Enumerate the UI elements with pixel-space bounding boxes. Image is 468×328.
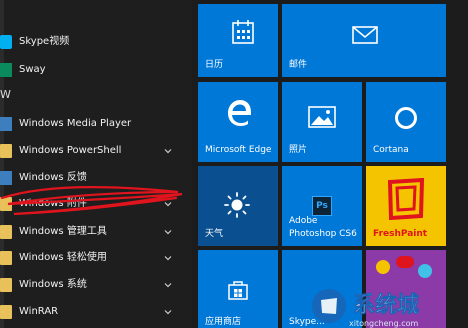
photos-icon: [308, 106, 336, 128]
store-icon: [228, 281, 248, 300]
app-item-admin-tools[interactable]: Windows 管理工具: [0, 219, 192, 245]
chevron-down-icon[interactable]: [163, 146, 173, 156]
chevron-down-icon[interactable]: [163, 280, 173, 290]
tile-label: 应用商店: [205, 317, 242, 327]
photoshop-icon: Ps: [312, 196, 332, 216]
group-header-w[interactable]: W: [0, 88, 12, 102]
chevron-down-icon[interactable]: [163, 253, 173, 263]
media-player-icon: [0, 117, 12, 131]
app-item-label: Windows Media Player: [19, 118, 132, 129]
tile-photoshop[interactable]: Ps Adobe Photoshop CS6: [282, 166, 362, 246]
app-item-sway[interactable]: Sway: [0, 57, 192, 83]
svg-text:xitongcheng.com: xitongcheng.com: [349, 319, 419, 328]
app-item-label: Windows 管理工具: [19, 226, 107, 237]
sway-icon: [0, 63, 12, 77]
skype-icon: [0, 35, 12, 49]
svg-text:系统城: 系统城: [353, 292, 419, 318]
tile-label: FreshPaint: [373, 229, 428, 239]
tile-edge[interactable]: Microsoft Edge: [198, 82, 278, 162]
app-item-label: Windows PowerShell: [19, 145, 122, 156]
chevron-down-icon[interactable]: [163, 307, 173, 317]
tile-mail[interactable]: 邮件: [282, 4, 446, 77]
tile-label: 天气: [205, 229, 224, 239]
tile-label: 照片: [289, 145, 308, 155]
app-item-accessories[interactable]: Windows 附件: [0, 191, 192, 217]
app-item-winrar[interactable]: WinRAR: [0, 299, 192, 325]
folder-icon: [0, 251, 12, 265]
tile-store[interactable]: 应用商店: [198, 250, 278, 328]
calendar-icon: [232, 20, 254, 44]
folder-icon: [0, 278, 12, 292]
app-item-label: Windows 反馈: [19, 172, 87, 183]
tile-label-line1: Adobe: [289, 216, 318, 226]
candy-icon: [396, 256, 414, 268]
tile-grid: 日历 邮件 Microsoft Edge 照片 Cortana 天气 Ps Ad…: [192, 0, 468, 328]
weather-sun-icon: [224, 192, 250, 218]
candy-icon: [418, 264, 432, 278]
app-item-label: WinRAR: [19, 306, 59, 317]
folder-icon: [0, 305, 12, 319]
cortana-icon: [395, 107, 417, 129]
freshpaint-frame-icon: [388, 178, 424, 220]
tile-calendar[interactable]: 日历: [198, 4, 278, 77]
app-item-skype[interactable]: Skype视频: [0, 29, 192, 55]
tile-cortana[interactable]: Cortana: [366, 82, 446, 162]
app-item-feedback[interactable]: Windows 反馈: [0, 165, 192, 191]
app-item-powershell[interactable]: Windows PowerShell: [0, 138, 192, 164]
candy-icon: [376, 260, 390, 274]
app-item-system[interactable]: Windows 系统: [0, 272, 192, 298]
app-item-ease-of-access[interactable]: Windows 轻松使用: [0, 245, 192, 271]
tile-label: Cortana: [373, 145, 409, 155]
app-list: Skype视频 Sway W Windows Media Player Wind…: [0, 0, 192, 328]
tile-freshpaint[interactable]: FreshPaint: [366, 166, 446, 246]
app-item-label: Sway: [19, 64, 46, 75]
tile-weather[interactable]: 天气: [198, 166, 278, 246]
app-item-label: Skype视频: [19, 36, 70, 47]
photoshop-icon-text: Ps: [316, 201, 328, 211]
mail-icon: [352, 26, 378, 44]
chevron-down-icon[interactable]: [163, 227, 173, 237]
folder-icon: [0, 197, 12, 211]
app-item-media-player[interactable]: Windows Media Player: [0, 111, 192, 137]
app-item-label: Windows 附件: [19, 198, 87, 209]
tile-label: 日历: [205, 60, 224, 70]
folder-icon: [0, 144, 12, 158]
app-item-label: Windows 轻松使用: [19, 252, 107, 263]
site-watermark-logo: 系统城 xitongcheng.com: [312, 289, 419, 328]
chevron-down-icon[interactable]: [163, 199, 173, 209]
app-item-label: Windows 系统: [19, 279, 87, 290]
tile-photos[interactable]: 照片: [282, 82, 362, 162]
tile-label: 邮件: [289, 60, 308, 70]
feedback-icon: [0, 171, 12, 185]
tile-label: Microsoft Edge: [205, 145, 272, 155]
folder-icon: [0, 225, 12, 239]
edge-icon: [228, 100, 251, 126]
tile-label-line2: Photoshop CS6: [289, 229, 357, 239]
